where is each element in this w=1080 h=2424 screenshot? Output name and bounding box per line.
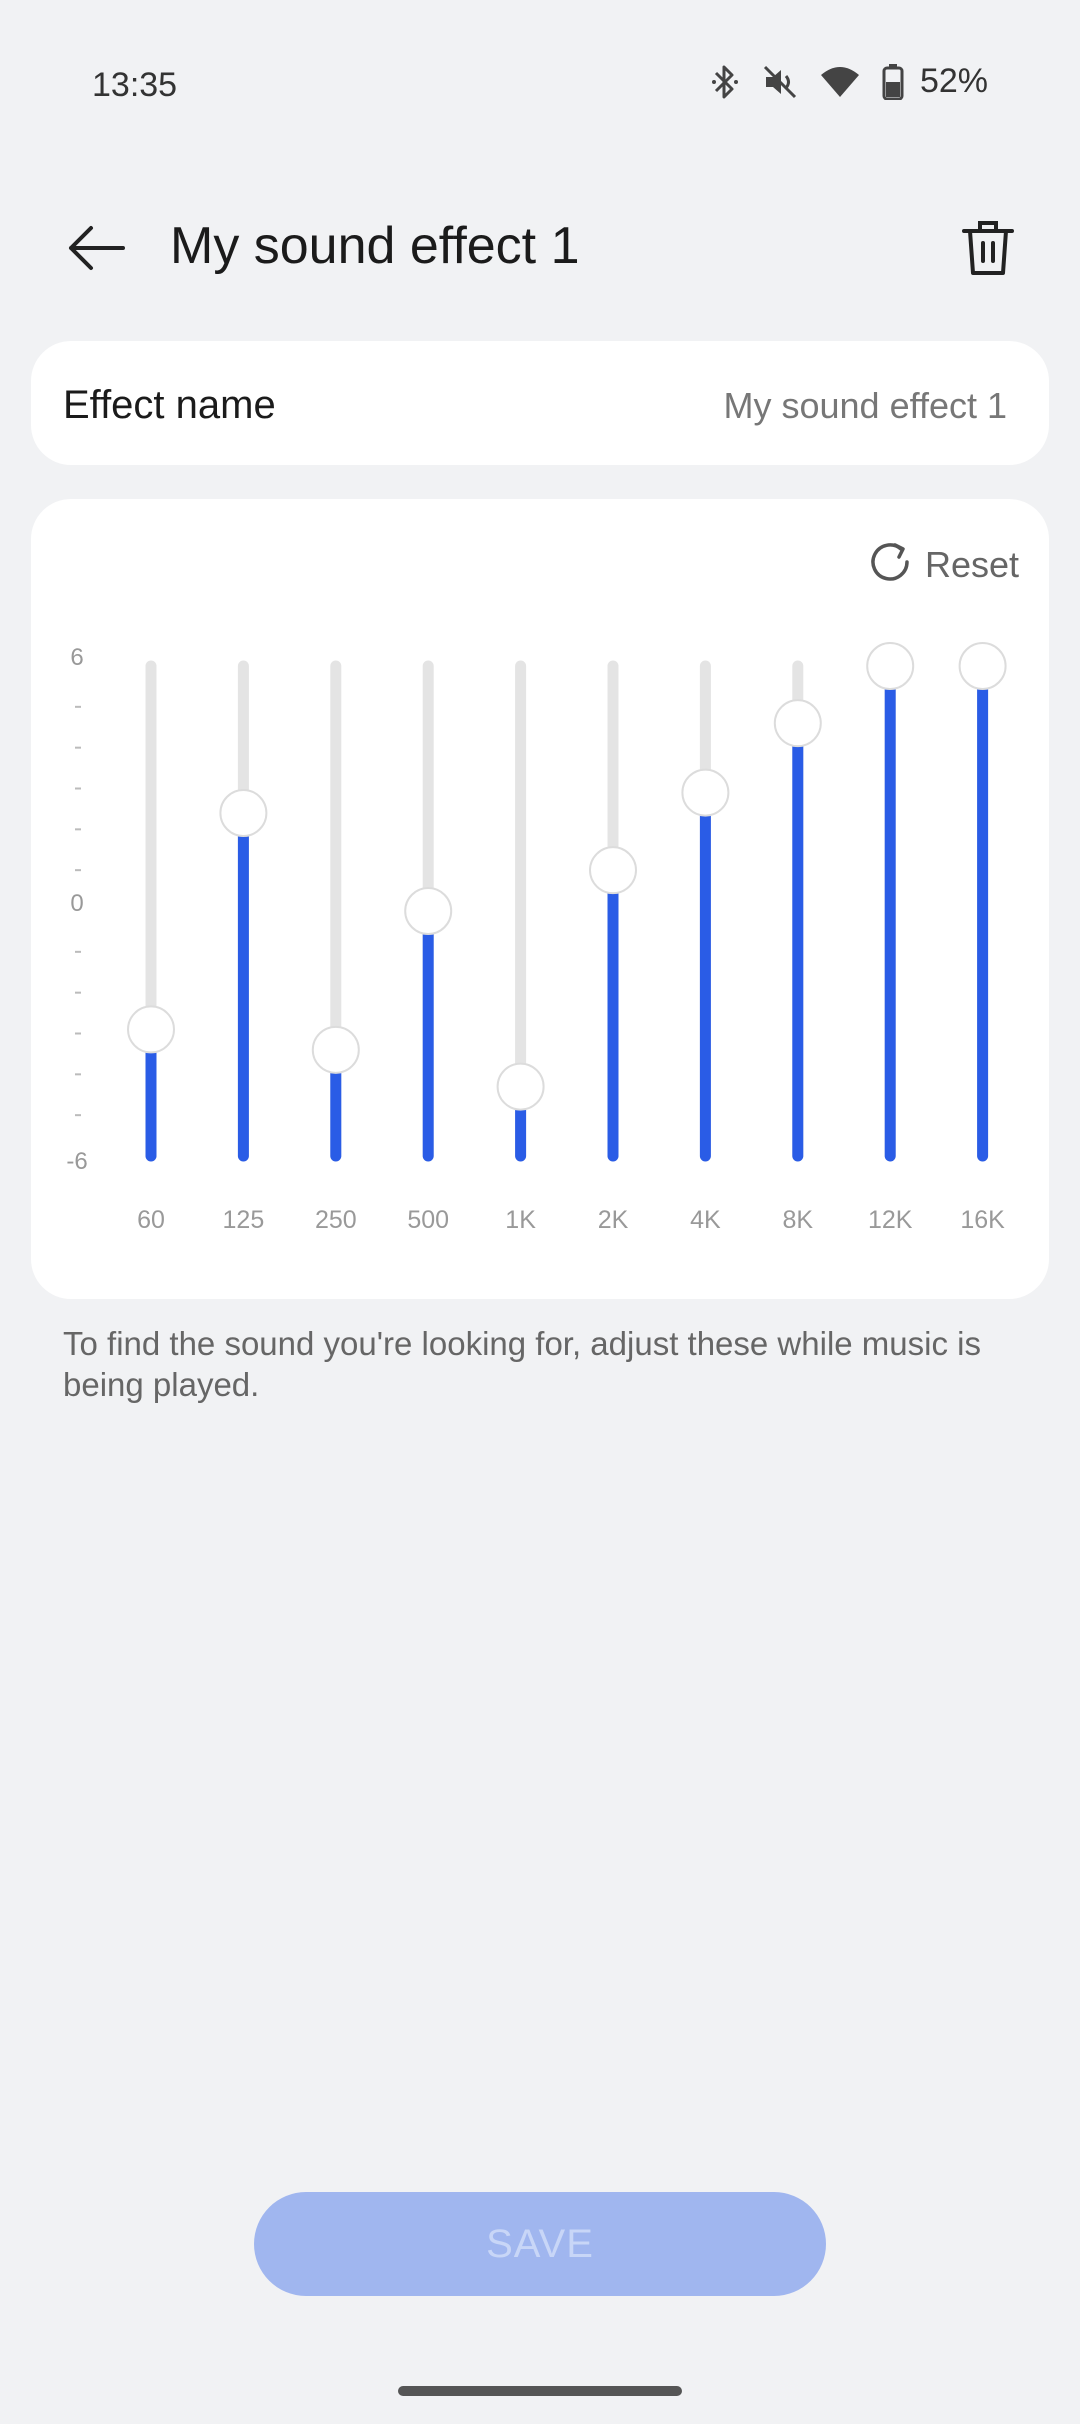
eq-band-500[interactable]: 500 — [404, 660, 453, 1234]
home-indicator — [398, 2386, 682, 2396]
status-icons: 52% — [710, 62, 988, 101]
back-button[interactable] — [56, 220, 136, 280]
equalizer-card: Reset 6 0 -6 60 125 250 500 1K 2K 4K 8K 12K 16K — [31, 499, 1049, 1299]
frequency-label: 12K — [868, 1206, 913, 1234]
slider-thumb[interactable] — [219, 789, 268, 837]
equalizer-graph: 6 0 -6 60 125 250 500 1K 2K 4K 8K 12K 16K — [66, 642, 1007, 1234]
scale-label-top: 6 — [70, 644, 83, 671]
frequency-label: 250 — [315, 1206, 357, 1234]
eq-band-125[interactable]: 125 — [219, 660, 268, 1234]
trash-icon — [962, 219, 1014, 282]
save-button[interactable]: SAVE — [254, 2192, 826, 2296]
scale-label-bottom: -6 — [66, 1148, 87, 1175]
eq-band-2k[interactable]: 2K — [589, 660, 637, 1234]
slider-thumb[interactable] — [681, 768, 730, 817]
battery-percentage: 52% — [919, 62, 988, 100]
eq-band-60[interactable]: 60 — [127, 660, 175, 1234]
slider-thumb[interactable] — [773, 699, 822, 748]
effect-name-label: Effect name — [63, 383, 276, 427]
arrow-left-icon — [67, 224, 125, 277]
hint-text: To find the sound you're looking for, ad… — [63, 1325, 981, 1403]
eq-band-1k[interactable]: 1K — [496, 660, 545, 1234]
eq-band-16k[interactable]: 16K — [958, 642, 1007, 1234]
scale-label-middle: 0 — [70, 890, 83, 917]
eq-band-4k[interactable]: 4K — [681, 660, 730, 1234]
slider-thumb[interactable] — [958, 642, 1007, 690]
effect-name-row[interactable]: Effect name My sound effect 1 — [31, 341, 1049, 465]
slider-thumb[interactable] — [866, 642, 915, 690]
app-bar: My sound effect 1 — [0, 200, 1080, 300]
frequency-label: 4K — [690, 1206, 721, 1234]
effect-name-value: My sound effect 1 — [723, 385, 1008, 426]
bluetooth-icon — [710, 63, 740, 101]
slider-thumb[interactable] — [404, 887, 453, 935]
slider-thumb[interactable] — [589, 846, 637, 895]
delete-button[interactable] — [950, 214, 1026, 286]
slider-thumb[interactable] — [311, 1025, 360, 1074]
mute-icon — [762, 64, 798, 100]
eq-band-12k[interactable]: 12K — [866, 642, 915, 1234]
save-label: SAVE — [486, 2221, 594, 2266]
frequency-label: 2K — [598, 1206, 629, 1234]
frequency-label: 500 — [407, 1206, 449, 1234]
frequency-label: 60 — [137, 1206, 165, 1234]
frequency-label: 125 — [223, 1206, 265, 1234]
frequency-label: 8K — [783, 1206, 814, 1234]
slider-thumb[interactable] — [127, 1005, 175, 1054]
battery-icon — [882, 63, 904, 100]
status-time: 13:35 — [92, 66, 178, 104]
eq-band-250[interactable]: 250 — [311, 660, 360, 1234]
status-bar: 13:35 52% — [0, 0, 1080, 170]
slider-thumb[interactable] — [496, 1062, 545, 1111]
frequency-label: 1K — [505, 1206, 536, 1234]
page-title: My sound effect 1 — [170, 217, 580, 275]
eq-band-8k[interactable]: 8K — [773, 660, 822, 1234]
wifi-icon — [820, 65, 860, 99]
frequency-label: 16K — [960, 1206, 1005, 1234]
